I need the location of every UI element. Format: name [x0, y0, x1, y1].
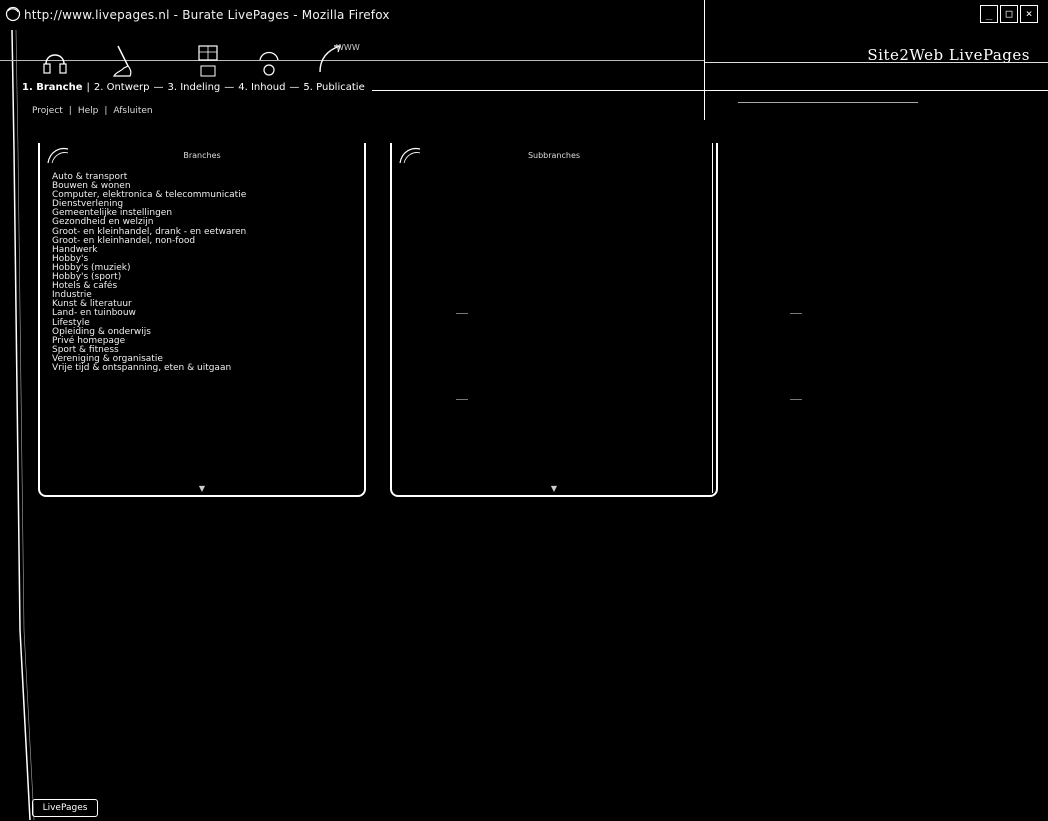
- nav-separator: |: [68, 106, 72, 116]
- step-separator: —: [224, 82, 235, 93]
- step-indeling[interactable]: 3. Indeling: [168, 82, 221, 93]
- step-separator: |: [86, 82, 90, 93]
- wizard-step-labels: 1. Branche | 2. Ontwerp — 3. Indeling — …: [22, 82, 365, 93]
- placeholder-dash: [790, 313, 802, 314]
- nav-project[interactable]: Project: [32, 106, 63, 116]
- window-title: http://www.livepages.nl - Burate LivePag…: [24, 8, 390, 22]
- close-button[interactable]: ×: [1020, 5, 1038, 23]
- step-inhoud[interactable]: 4. Inhoud: [238, 82, 285, 93]
- nav-help[interactable]: Help: [78, 106, 99, 116]
- subbranches-title: Subbranches: [527, 151, 581, 160]
- branches-panel: Branches Auto & transport Bouwen & wonen…: [38, 143, 366, 497]
- placeholder-dash: [456, 313, 468, 314]
- step-branche[interactable]: 1. Branche: [22, 82, 83, 93]
- scroll-down-icon[interactable]: ▼: [40, 484, 364, 493]
- third-panel-edge: [712, 143, 713, 493]
- title-bar: http://www.livepages.nl - Burate LivePag…: [0, 0, 1048, 30]
- step-ontwerp[interactable]: 2. Ontwerp: [94, 82, 150, 93]
- headphones-icon[interactable]: [40, 42, 70, 80]
- brush-icon[interactable]: [110, 42, 140, 80]
- brand-underline: [738, 102, 918, 103]
- nav-separator: |: [104, 106, 108, 116]
- browser-window: http://www.livepages.nl - Burate LivePag…: [0, 0, 1048, 821]
- layout-icon[interactable]: [193, 42, 223, 80]
- bottom-logo[interactable]: LivePages: [32, 799, 98, 817]
- nav-afsluiten[interactable]: Afsluiten: [113, 106, 152, 116]
- placeholder-dash: [456, 399, 468, 400]
- step-separator: —: [289, 82, 300, 93]
- content-icon[interactable]: [254, 42, 284, 80]
- placeholder-dash: [790, 399, 802, 400]
- subbranches-panel: Subbranches ▼: [390, 143, 718, 497]
- firefox-icon: [5, 6, 21, 22]
- maximize-button[interactable]: □: [1000, 5, 1018, 23]
- step-publicatie[interactable]: 5. Publicatie: [303, 82, 364, 93]
- branches-list: Auto & transport Bouwen & wonen Computer…: [52, 172, 246, 373]
- sub-navigation: Project | Help | Afsluiten: [32, 106, 153, 116]
- brand-title: Site2Web LivePages: [867, 46, 1030, 64]
- steps-rule: [372, 90, 1048, 91]
- header-divider: [704, 0, 705, 120]
- www-label: WWW: [336, 43, 360, 52]
- list-item[interactable]: Vrije tijd & ontspanning, eten & uitgaan: [52, 363, 246, 373]
- scroll-down-icon[interactable]: ▼: [392, 484, 716, 493]
- step-separator: —: [153, 82, 164, 93]
- branches-panel-header: Branches: [40, 143, 364, 171]
- minimize-button[interactable]: _: [980, 5, 998, 23]
- window-controls: _ □ ×: [980, 5, 1038, 23]
- branches-title: Branches: [183, 151, 221, 160]
- subbranches-panel-header: Subbranches: [392, 143, 716, 171]
